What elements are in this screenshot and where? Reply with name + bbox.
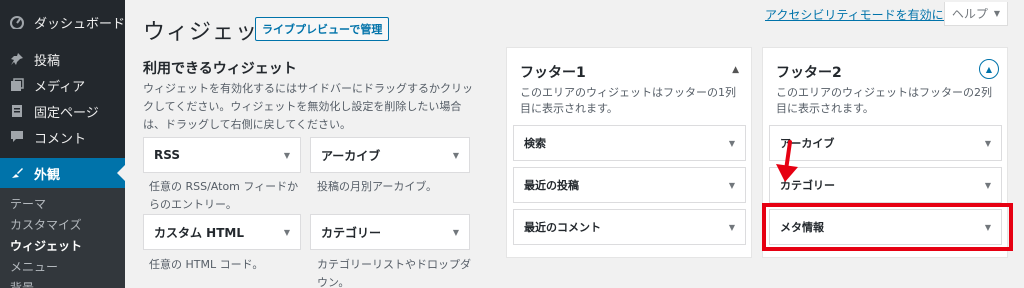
- caret-down-icon: ▼: [984, 138, 991, 148]
- collapse-arrow-icon[interactable]: ▲: [732, 65, 739, 75]
- menu-label: コメント: [34, 131, 87, 147]
- caret-down-icon: ▼: [283, 150, 290, 160]
- widget-name: 検索: [524, 137, 546, 150]
- media-icon: [0, 78, 34, 92]
- footer1-widget-recent-posts[interactable]: 最近の投稿 ▼: [513, 167, 746, 203]
- widget-archives[interactable]: アーカイブ ▼: [310, 137, 470, 173]
- menu-label: ダッシュボード: [34, 16, 126, 32]
- caret-down-icon: ▼: [452, 150, 459, 160]
- submenu-item-customize[interactable]: カスタマイズ: [10, 216, 82, 233]
- live-preview-button[interactable]: ライブプレビューで管理: [255, 17, 390, 41]
- menu-label: 投稿: [34, 53, 61, 69]
- help-button[interactable]: ヘルプ ▼: [944, 2, 1008, 26]
- submenu-item-background[interactable]: 背景: [10, 279, 34, 288]
- caret-down-icon: ▼: [993, 9, 1001, 18]
- footer2-description: このエリアのウィジェットはフッターの2列目に表示されます。: [776, 86, 992, 115]
- menu-item-media[interactable]: メディア: [0, 73, 125, 97]
- highlight-box: [762, 203, 1013, 251]
- comment-icon: [0, 130, 34, 144]
- widget-name: カスタム HTML: [154, 225, 244, 240]
- widget-name: RSS: [154, 148, 180, 162]
- footer1-description: このエリアのウィジェットはフッターの1列目に表示されます。: [520, 86, 736, 115]
- footer1-title: フッター1: [520, 65, 586, 81]
- widget-name: 最近の投稿: [524, 179, 579, 192]
- accessibility-mode-link[interactable]: アクセシビリティモードを有効にする: [765, 6, 968, 23]
- menu-label: 外観: [34, 167, 61, 183]
- caret-down-icon: ▼: [728, 222, 735, 232]
- submenu-item-widgets[interactable]: ウィジェット: [10, 237, 82, 254]
- caret-down-icon: ▼: [452, 227, 459, 237]
- menu-item-posts[interactable]: 投稿: [0, 47, 125, 71]
- submenu-item-themes[interactable]: テーマ: [10, 195, 46, 212]
- dashboard-icon: [0, 15, 34, 29]
- footer1-widget-recent-comments[interactable]: 最近のコメント ▼: [513, 209, 746, 245]
- help-label: ヘルプ: [951, 7, 988, 21]
- widget-description: カテゴリーリストやドロップダウン。: [317, 258, 471, 288]
- appearance-submenu: テーマ カスタマイズ ウィジェット メニュー 背景: [0, 188, 125, 288]
- menu-item-appearance[interactable]: 外観: [0, 158, 125, 188]
- widget-description: 任意の RSS/Atom フィードからのエントリー。: [149, 180, 299, 211]
- menu-label: メディア: [34, 79, 86, 95]
- menu-item-pages[interactable]: 固定ページ: [0, 99, 125, 123]
- caret-down-icon: ▼: [728, 180, 735, 190]
- widget-rss[interactable]: RSS ▼: [143, 137, 301, 173]
- page-icon: [0, 104, 34, 118]
- widget-categories[interactable]: カテゴリー ▼: [310, 214, 470, 250]
- footer1-widget-search[interactable]: 検索 ▼: [513, 125, 746, 161]
- collapse-arrow-icon[interactable]: ▲: [979, 59, 999, 79]
- widget-description: 任意の HTML コード。: [149, 258, 264, 271]
- appearance-icon: [0, 166, 34, 180]
- admin-sidebar: ダッシュボード 投稿 メディア 固定ページ コメント 外観 テーマ カスタマイズ…: [0, 0, 125, 288]
- widget-description: 投稿の月別アーカイブ。: [317, 180, 438, 193]
- widget-name: アーカイブ: [321, 148, 381, 163]
- menu-label: 固定ページ: [34, 105, 99, 121]
- submenu-item-menus[interactable]: メニュー: [10, 258, 58, 275]
- caret-down-icon: ▼: [728, 138, 735, 148]
- menu-item-comments[interactable]: コメント: [0, 125, 125, 149]
- widget-name: カテゴリー: [321, 225, 382, 240]
- available-widgets-title: 利用できるウィジェット: [143, 61, 297, 77]
- footer2-title: フッター2: [776, 65, 842, 81]
- caret-down-icon: ▼: [984, 180, 991, 190]
- red-arrow-icon: [776, 140, 798, 182]
- menu-item-dashboard[interactable]: ダッシュボード: [0, 10, 125, 34]
- footer1-widget-area: フッター1 ▲ このエリアのウィジェットはフッターの1列目に表示されます。 検索…: [506, 47, 752, 258]
- pin-icon: [0, 52, 34, 66]
- caret-down-icon: ▼: [283, 227, 290, 237]
- available-widgets-description: ウィジェットを有効化するにはサイドバーにドラッグするかクリックしてください。ウィ…: [143, 82, 473, 131]
- widget-custom-html[interactable]: カスタム HTML ▼: [143, 214, 301, 250]
- widget-name: 最近のコメント: [524, 221, 601, 234]
